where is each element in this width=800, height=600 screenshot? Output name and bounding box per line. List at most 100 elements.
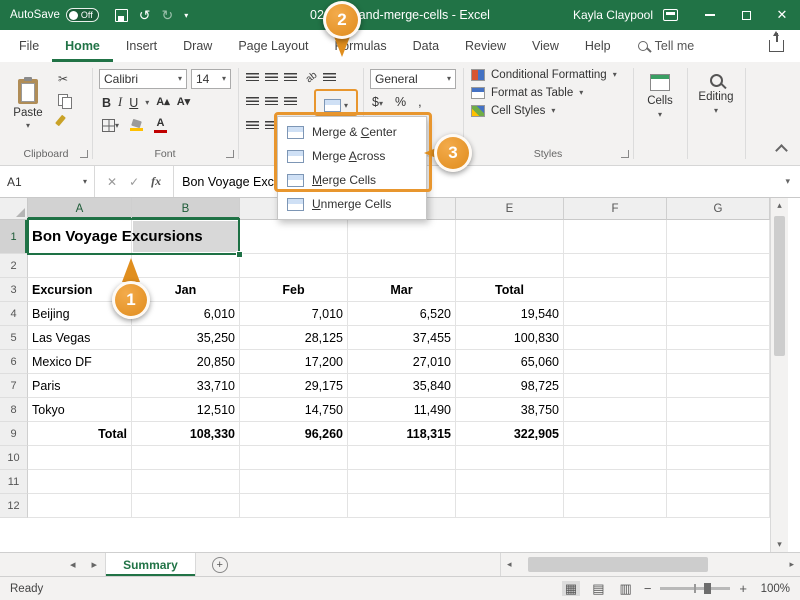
cell-D5[interactable]: 37,455 [348,326,456,350]
cell-G12[interactable] [667,494,770,518]
column-header-g[interactable]: G [667,198,770,220]
cell-F3[interactable] [564,278,667,302]
cell-A5[interactable]: Las Vegas [28,326,132,350]
cell-D1[interactable] [348,220,456,254]
cell-G10[interactable] [667,446,770,470]
menu-item-unmerge-cells[interactable]: Unmerge Cells [278,192,426,216]
autosave-pill[interactable]: Off [66,8,99,22]
ribbon-display-options-icon[interactable] [663,9,678,21]
percent-button[interactable]: % [395,95,406,109]
cell-B10[interactable] [132,446,240,470]
row-header-1[interactable]: 1 [0,220,28,254]
underline-button[interactable]: U [129,96,138,110]
cell-D7[interactable]: 35,840 [348,374,456,398]
cell-A10[interactable] [28,446,132,470]
maximize-button[interactable] [728,0,764,30]
cell-F8[interactable] [564,398,667,422]
cell-G1[interactable] [667,220,770,254]
minimize-button[interactable] [692,0,728,30]
styles-dialog-launcher-icon[interactable] [621,150,629,158]
formula-input[interactable]: Bon Voyage Excursions [174,166,775,197]
cell-C5[interactable]: 28,125 [240,326,348,350]
cell-A6[interactable]: Mexico DF [28,350,132,374]
tab-home[interactable]: Home [52,30,113,62]
cell-E7[interactable]: 98,725 [456,374,564,398]
column-header-e[interactable]: E [456,198,564,220]
font-color-button[interactable]: BA [154,118,167,133]
sheet-nav-right-icon[interactable]: ▸ [84,553,106,576]
align-bottom-icon[interactable] [284,73,297,83]
underline-caret-icon[interactable]: ▾ [145,99,149,107]
comma-button[interactable]: , [418,95,421,109]
font-name-select[interactable]: Calibri ▾ [99,69,187,89]
row-header-12[interactable]: 12 [0,494,28,518]
cell-E1[interactable] [456,220,564,254]
align-right-icon[interactable] [284,97,297,107]
wrap-text-icon[interactable] [323,73,336,83]
cell-A11[interactable] [28,470,132,494]
cell-F10[interactable] [564,446,667,470]
align-top-icon[interactable] [246,73,259,83]
cancel-entry-icon[interactable]: ✕ [107,175,117,189]
close-button[interactable]: ✕ [764,0,800,30]
cell-B6[interactable]: 20,850 [132,350,240,374]
insert-function-icon[interactable]: fx [151,174,161,189]
cell-E10[interactable] [456,446,564,470]
row-header-9[interactable]: 9 [0,422,28,446]
cell-F5[interactable] [564,326,667,350]
cell-F4[interactable] [564,302,667,326]
row-header-8[interactable]: 8 [0,398,28,422]
cell-D3[interactable]: Mar [348,278,456,302]
italic-button[interactable]: I [118,95,122,110]
tab-page-layout[interactable]: Page Layout [225,30,321,62]
cell-D4[interactable]: 6,520 [348,302,456,326]
user-name[interactable]: Kayla Claypool [573,8,653,22]
cell-E9[interactable]: 322,905 [456,422,564,446]
cell-E4[interactable]: 19,540 [456,302,564,326]
borders-button[interactable]: ▾ [102,119,119,132]
cell-E5[interactable]: 100,830 [456,326,564,350]
tab-view[interactable]: View [519,30,572,62]
cell-F11[interactable] [564,470,667,494]
cell-C11[interactable] [240,470,348,494]
horizontal-scrollbar[interactable]: ◂ ▸ [500,553,800,576]
zoom-slider-thumb[interactable] [704,583,711,594]
align-center-icon[interactable] [265,97,278,107]
tab-insert[interactable]: Insert [113,30,170,62]
expand-formula-bar-icon[interactable]: ▾ [775,166,800,197]
row-header-5[interactable]: 5 [0,326,28,350]
column-header-b[interactable]: B [132,198,240,220]
cell-B2[interactable] [132,254,240,278]
cell-D2[interactable] [348,254,456,278]
tab-help[interactable]: Help [572,30,624,62]
cell-A12[interactable] [28,494,132,518]
scroll-left-icon[interactable]: ◂ [501,559,518,570]
cell-F7[interactable] [564,374,667,398]
cell-F1[interactable] [564,220,667,254]
align-middle-icon[interactable] [265,73,278,83]
row-header-11[interactable]: 11 [0,470,28,494]
tab-file[interactable]: File [6,30,52,62]
scroll-up-icon[interactable]: ▴ [771,200,788,211]
cell-D12[interactable] [348,494,456,518]
cell-E8[interactable]: 38,750 [456,398,564,422]
cell-A1[interactable]: Bon Voyage Excursions [28,220,132,254]
scroll-down-icon[interactable]: ▾ [771,539,788,550]
cell-G7[interactable] [667,374,770,398]
shrink-font-button[interactable]: A▾ [177,97,190,108]
zoom-in-icon[interactable]: + [739,581,747,596]
decrease-indent-icon[interactable] [246,121,259,131]
cells-button[interactable]: Cells ▾ [637,70,683,119]
sheet-nav-left-icon[interactable]: ◂ [62,553,84,576]
cell-G6[interactable] [667,350,770,374]
cell-D9[interactable]: 118,315 [348,422,456,446]
fill-color-button[interactable] [130,120,143,131]
cell-F6[interactable] [564,350,667,374]
conditional-formatting-button[interactable]: Conditional Formatting▾ [471,69,617,81]
customize-qat-icon[interactable]: ▾ [184,11,188,20]
cell-E6[interactable]: 65,060 [456,350,564,374]
zoom-slider[interactable] [660,587,730,590]
redo-icon[interactable]: ↻ [161,7,173,24]
cell-C8[interactable]: 14,750 [240,398,348,422]
normal-view-icon[interactable]: ▦ [562,581,580,596]
